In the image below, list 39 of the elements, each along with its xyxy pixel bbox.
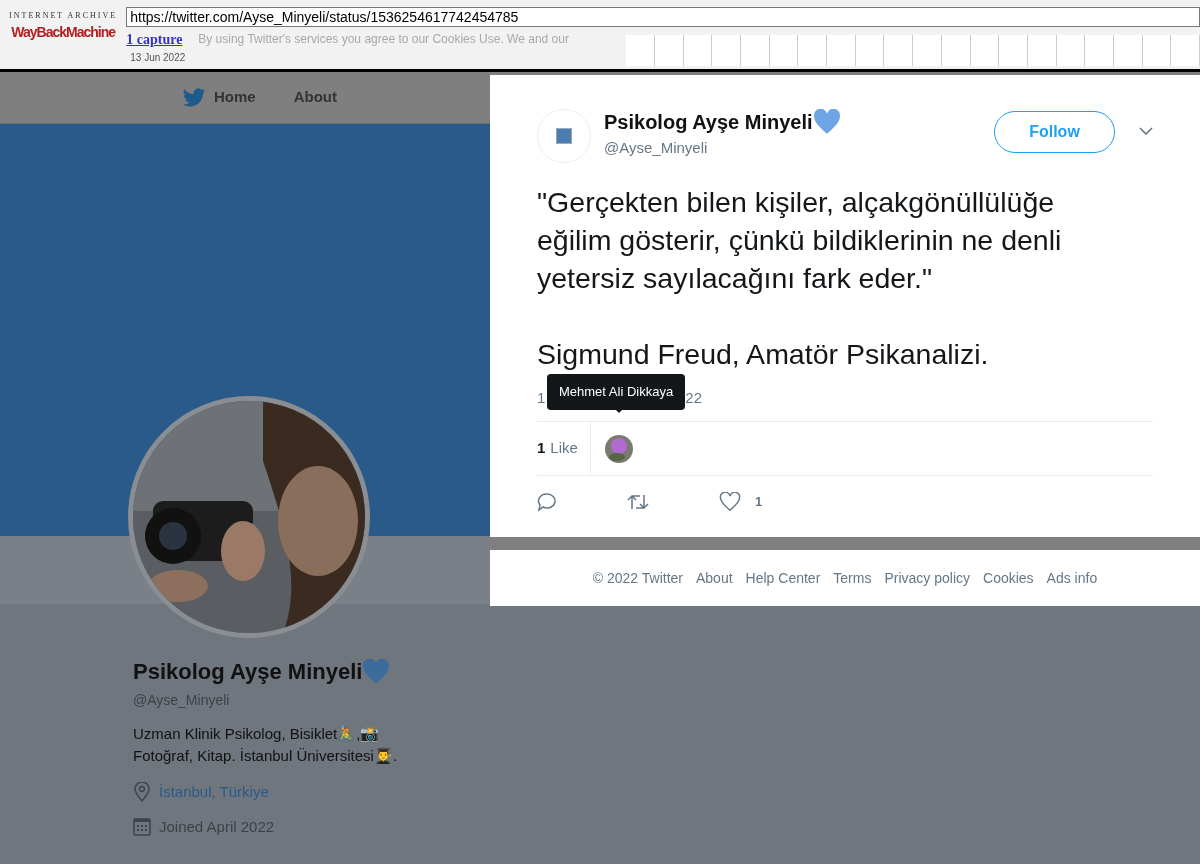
broken-image-icon [556,128,572,144]
copyright-text: © 2022 Twitter [592,568,683,588]
profile-bio: Uzman Klinik Psikolog, Bisiklet🚴,📸 Fotoğraf, Kitap. İstanbul Üniversitesi👨‍🎓. [133,724,398,766]
captures-link[interactable]: 1 capture [126,29,183,50]
user-avatar[interactable] [604,434,633,463]
footer-link[interactable]: Cookies [983,567,1034,589]
tooltip-pointer [613,407,625,413]
timestamp: 1 [537,387,546,408]
tooltip: Mehmet Ali Dikkaya [547,374,686,410]
location-icon [133,782,151,803]
retweet-icon[interactable] [627,493,649,511]
tweet-author-name: Psikolog Ayşe Minyeli [604,110,813,135]
footer-link[interactable]: Ads info [1046,567,1098,589]
heart-icon [812,109,841,135]
footer-link[interactable]: Terms [833,567,872,589]
like-label: Like [550,438,578,459]
reply-icon[interactable] [537,492,557,512]
chevron-down-icon[interactable] [1139,127,1153,135]
wayback-logo[interactable]: WayBackMachine [11,22,115,42]
footer-link[interactable]: Privacy policy [884,567,970,589]
heart-icon [362,658,391,685]
profile-name: Psikolog Ayşe Minyeli [133,658,363,686]
cookie-notice: By using Twitter's services you agree to our Cookies Use. We and our [198,31,569,48]
like-count: 1 [537,438,546,459]
footer-link[interactable]: About [696,567,733,589]
footer-link[interactable]: Help Center [745,567,821,589]
home-link[interactable]: Home [214,86,256,109]
archive-label: INTERNET ARCHIVE [9,10,118,22]
follow-button[interactable]: Follow [994,111,1115,153]
calendar-icon [133,817,151,836]
tweet-text: "Gerçekten bilen kişiler, alçakgönüllülüğe eğilim gösterir, çünkü bildiklerinin ne denli yetersiz sayılacağını fark eder." Sigmund Freud, Amatör Psikanalizi. [537,185,1063,372]
like-icon[interactable] [719,492,741,512]
about-link[interactable]: About [293,86,337,109]
capture-date: 13 Jun 2022 [130,51,187,65]
tweet-author-handle: @Ayse_Minyeli [604,138,709,158]
bird-icon [182,87,206,108]
like-count: 1 [755,493,763,512]
timestamp: 22 [685,387,703,408]
url-field[interactable]: https://twitter.com/Ayse_Minyeli/status/1536254617742454785 [126,7,1200,27]
